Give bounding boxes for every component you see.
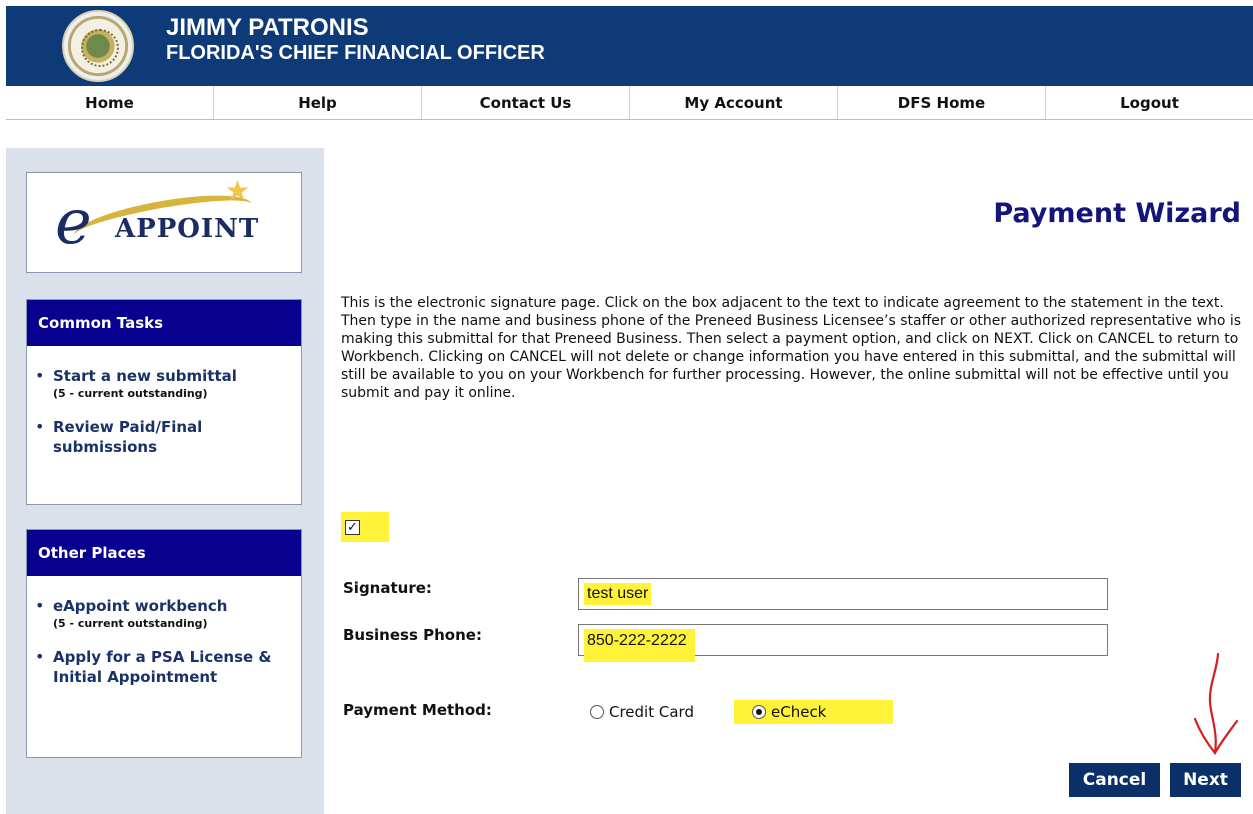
nav-dfs-home[interactable]: DFS Home [838, 86, 1046, 119]
top-navigation: Home Help Contact Us My Account DFS Home… [6, 86, 1253, 120]
payment-option-echeck[interactable]: eCheck [734, 700, 893, 724]
payment-option-credit-card[interactable]: Credit Card [590, 700, 694, 724]
logo-mark: e [55, 185, 92, 258]
site-header: JIMMY PATRONIS FLORIDA'S CHIEF FINANCIAL… [6, 6, 1253, 86]
other-places-panel: Other Places • eAppoint workbench (5 - c… [26, 529, 302, 758]
eappoint-logo[interactable]: e APPOINT ★ [26, 172, 302, 273]
radio-button-selected-icon[interactable] [752, 705, 766, 719]
signature-label: Signature: [343, 579, 432, 597]
bullet-icon: • [35, 647, 45, 666]
sidebar-item-count: (5 - current outstanding) [53, 387, 208, 400]
business-phone-label: Business Phone: [343, 626, 482, 644]
nav-help[interactable]: Help [214, 86, 422, 119]
radio-button-icon[interactable] [590, 705, 604, 719]
nav-my-account[interactable]: My Account [630, 86, 838, 119]
next-button[interactable]: Next [1170, 763, 1241, 797]
sidebar-item-label[interactable]: Apply for a PSA License & Initial Appoin… [53, 647, 301, 687]
nav-contact-us[interactable]: Contact Us [422, 86, 630, 119]
business-phone-value: 850-222-2222 [584, 629, 695, 662]
star-icon: ★ [225, 174, 251, 207]
agreement-checkbox[interactable]: ✓ [345, 519, 360, 535]
checkmark-icon: ✓ [347, 519, 358, 535]
common-tasks-panel: Common Tasks • Start a new submittal (5 … [26, 299, 302, 505]
other-places-title: Other Places [27, 530, 301, 576]
signature-instructions: This is the electronic signature page. C… [341, 295, 1242, 401]
business-phone-input[interactable]: 850-222-2222 [578, 624, 1108, 662]
logo-text: APPOINT [115, 214, 260, 244]
bullet-icon: • [35, 417, 45, 436]
header-office-title: FLORIDA'S CHIEF FINANCIAL OFFICER [166, 42, 545, 64]
header-official-name: JIMMY PATRONIS [166, 14, 369, 41]
sidebar-item-review-paid-final[interactable]: • Review Paid/Final submissions [35, 417, 301, 457]
sidebar-item-start-new-submittal[interactable]: • Start a new submittal (5 - current out… [35, 366, 301, 401]
cancel-button[interactable]: Cancel [1069, 763, 1160, 797]
common-tasks-title: Common Tasks [27, 300, 301, 346]
signature-value: test user [584, 583, 652, 605]
bullet-icon: • [35, 366, 45, 385]
left-sidebar: e APPOINT ★ Common Tasks • Start a new s… [6, 148, 324, 814]
bullet-icon: • [35, 596, 45, 615]
payment-method-label: Payment Method: [343, 701, 492, 719]
sidebar-item-label[interactable]: eAppoint workbench [53, 596, 227, 616]
sidebar-item-label[interactable]: Review Paid/Final submissions [53, 417, 301, 457]
sidebar-item-count: (5 - current outstanding) [53, 617, 208, 630]
sidebar-item-eappoint-workbench[interactable]: • eAppoint workbench (5 - current outsta… [35, 596, 301, 631]
credit-card-label: Credit Card [609, 703, 694, 721]
echeck-label: eCheck [771, 703, 827, 721]
state-seal-icon [62, 10, 134, 82]
signature-input[interactable]: test user [578, 578, 1108, 610]
sidebar-item-label[interactable]: Start a new submittal [53, 366, 237, 386]
agreement-highlight: ✓ [341, 512, 389, 542]
red-arrow-annotation [1193, 652, 1239, 755]
nav-home[interactable]: Home [6, 86, 214, 119]
nav-logout[interactable]: Logout [1046, 86, 1253, 119]
page-title: Payment Wizard [993, 198, 1241, 229]
sidebar-item-apply-psa-license[interactable]: • Apply for a PSA License & Initial Appo… [35, 647, 301, 687]
